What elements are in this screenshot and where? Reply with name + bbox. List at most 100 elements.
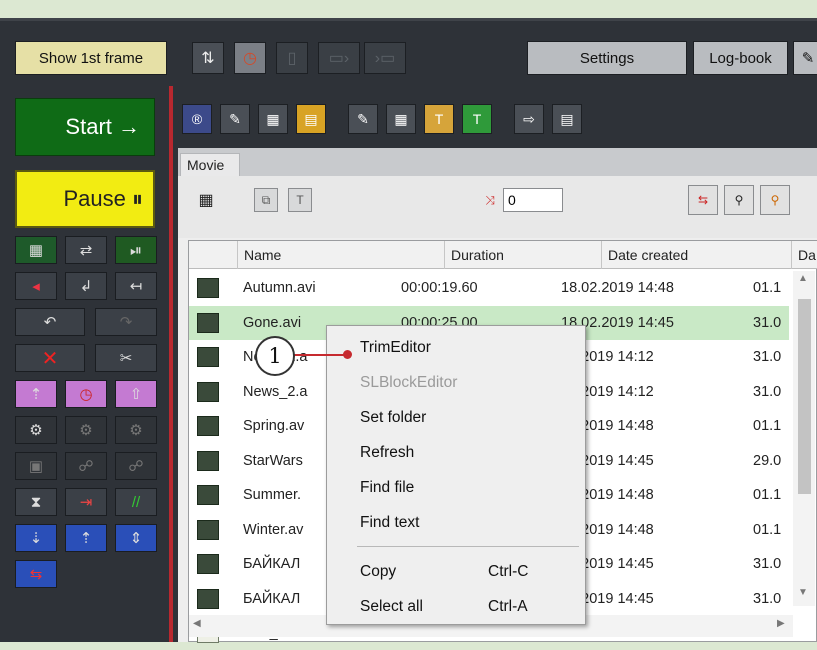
redo-icon[interactable]: ↷ — [95, 308, 157, 336]
scroll-down-icon[interactable]: ▼ — [798, 587, 808, 598]
list-split-icon[interactable]: ⇕ — [115, 524, 157, 552]
play-pause-icon[interactable]: ⏯ — [115, 236, 157, 264]
cell-date-modified: 31.0 — [753, 590, 782, 607]
column-header-name[interactable]: Name — [237, 241, 444, 269]
cell-date-created: 02.2019 14:48 — [561, 521, 654, 538]
people2-icon[interactable]: ☍ — [115, 452, 157, 480]
column-header-date-modified[interactable]: Da — [791, 241, 817, 269]
menu-item-select-all[interactable]: Select all Ctrl-A — [327, 590, 585, 624]
shuffle-icon[interactable]: ⇆ — [15, 560, 57, 588]
video-file-icon — [197, 554, 219, 574]
upload-icon[interactable]: ⇧ — [115, 380, 157, 408]
cell-date-modified: 29.0 — [753, 452, 782, 469]
tab-movie[interactable]: Movie — [180, 153, 240, 176]
video-file-icon — [197, 381, 219, 402]
menu-item-copy[interactable]: Copy Ctrl-C — [327, 555, 585, 589]
export-icon[interactable]: ▭› — [318, 42, 360, 74]
cell-date-created: 18.02.2019 14:48 — [561, 280, 674, 296]
clock-icon[interactable]: ◷ — [234, 42, 266, 74]
exit-icon[interactable]: ⇥ — [65, 488, 107, 516]
settings-button[interactable]: Settings — [527, 41, 687, 75]
title-icon[interactable]: T — [424, 104, 454, 134]
column-header-duration[interactable]: Duration — [444, 241, 601, 269]
list-up-icon[interactable]: ⇡ — [65, 524, 107, 552]
menu-separator — [357, 546, 579, 547]
cell-date-created: 02.2019 14:45 — [561, 452, 654, 469]
background-strip — [0, 0, 817, 18]
record-icon[interactable]: ® — [182, 104, 212, 134]
enter-icon[interactable]: ↲ — [65, 272, 107, 300]
import-icon[interactable]: ›▭ — [364, 42, 406, 74]
timeline-icon[interactable]: ▤ — [296, 104, 326, 134]
menu-item-set-folder[interactable]: Set folder — [327, 401, 585, 435]
film-icon[interactable]: ▦ — [15, 236, 57, 264]
title-divider — [0, 18, 817, 21]
copy-icon[interactable]: ⧉ — [254, 188, 278, 212]
panel-toolbar: ® ✎ ▦ ▤ ✎ ▦ T T ⇨ ▤ — [178, 98, 817, 144]
table-row[interactable]: Autumn.avi 00:00:19.60 18.02.2019 14:48 01.… — [189, 271, 789, 305]
frame-icon[interactable]: ▯ — [276, 42, 308, 74]
filmstrip-icon[interactable]: ▦ — [194, 188, 218, 212]
tab-bar: Movie — [178, 148, 817, 176]
image-icon[interactable]: ▣ — [15, 452, 57, 480]
gear-icon[interactable]: ⚙ — [15, 416, 57, 444]
callout-leader-line — [293, 354, 345, 356]
logbook-button[interactable]: Log-book — [693, 41, 788, 75]
cell-date-modified: 01.1 — [753, 521, 782, 538]
settings-search-icon[interactable]: ⚲ — [760, 185, 790, 215]
edit2-icon[interactable]: ✎ — [348, 104, 378, 134]
show-first-frame-button[interactable]: Show 1st frame — [15, 41, 167, 75]
marker-icon[interactable]: ⇡ — [15, 380, 57, 408]
undo-icon[interactable]: ↶ — [15, 308, 85, 336]
cut-icon[interactable]: ✂ — [95, 344, 157, 372]
start-button[interactable]: Start → — [15, 98, 155, 156]
delete-icon[interactable]: ✕ — [15, 344, 85, 372]
list-toolbar: ▦ ⧉ T ⤨ 0 ⇆ ⚲ ⚲ — [178, 176, 817, 238]
cell-duration: 00:00:19.60 — [401, 280, 478, 296]
title2-icon[interactable]: T — [462, 104, 492, 134]
timer-icon[interactable]: ◷ — [65, 380, 107, 408]
sync-icon[interactable]: ⇆ — [688, 185, 718, 215]
list-down-icon[interactable]: ⇣ — [15, 524, 57, 552]
scroll-left-icon[interactable]: ◀ — [193, 618, 201, 629]
edit-icon[interactable]: ✎ — [793, 41, 817, 75]
cell-date-modified: 31.0 — [753, 383, 782, 400]
gear-dim2-icon[interactable]: ⚙ — [115, 416, 157, 444]
home-icon[interactable]: ↤ — [115, 272, 157, 300]
scroll-up-icon[interactable]: ▲ — [798, 273, 808, 284]
cell-date-created: 18.02.2019 14:45 — [561, 314, 674, 331]
people-icon[interactable]: ☍ — [65, 452, 107, 480]
cell-date-created: 02.2019 14:48 — [561, 418, 654, 434]
text-icon[interactable]: T — [288, 188, 312, 212]
cell-date-modified: 31.0 — [753, 314, 782, 331]
panel-divider — [169, 86, 173, 642]
document-icon[interactable]: ▤ — [552, 104, 582, 134]
back-icon[interactable]: ◂ — [15, 272, 57, 300]
menu-item-find-file[interactable]: Find file — [327, 471, 585, 505]
export-icon[interactable]: ⇨ — [514, 104, 544, 134]
select-all-shortcut: Ctrl-A — [488, 598, 528, 615]
scroll-thumb[interactable] — [798, 299, 811, 494]
vertical-scrollbar[interactable]: ▲ ▼ — [793, 271, 815, 606]
menu-item-refresh[interactable]: Refresh — [327, 436, 585, 470]
video-file-icon — [197, 485, 219, 505]
slash-icon[interactable]: // — [115, 488, 157, 516]
counter-input[interactable]: 0 — [503, 188, 563, 212]
swap-icon[interactable]: ⇄ — [65, 236, 107, 264]
edit-icon[interactable]: ✎ — [220, 104, 250, 134]
menu-item-find-text[interactable]: Find text — [327, 506, 585, 540]
cell-date-modified: 01.1 — [753, 418, 782, 434]
video-file-icon — [197, 450, 219, 471]
gear-dim-icon[interactable]: ⚙ — [65, 416, 107, 444]
video-file-icon — [197, 278, 219, 298]
column-header-date-created[interactable]: Date created — [601, 241, 791, 269]
scroll-right-icon[interactable]: ▶ — [777, 618, 785, 629]
pause-button[interactable]: Pause ⏸ — [15, 170, 155, 228]
grid-icon[interactable]: ▦ — [386, 104, 416, 134]
hourglass-icon[interactable]: ⧗ — [15, 488, 57, 516]
filmstrip-icon[interactable]: ▦ — [258, 104, 288, 134]
cell-date-created: 02.2019 14:12 — [561, 383, 654, 400]
menu-item-trim-editor[interactable]: TrimEditor — [327, 331, 585, 365]
columns-icon[interactable]: ⇅ — [192, 42, 224, 74]
search-icon[interactable]: ⚲ — [724, 185, 754, 215]
